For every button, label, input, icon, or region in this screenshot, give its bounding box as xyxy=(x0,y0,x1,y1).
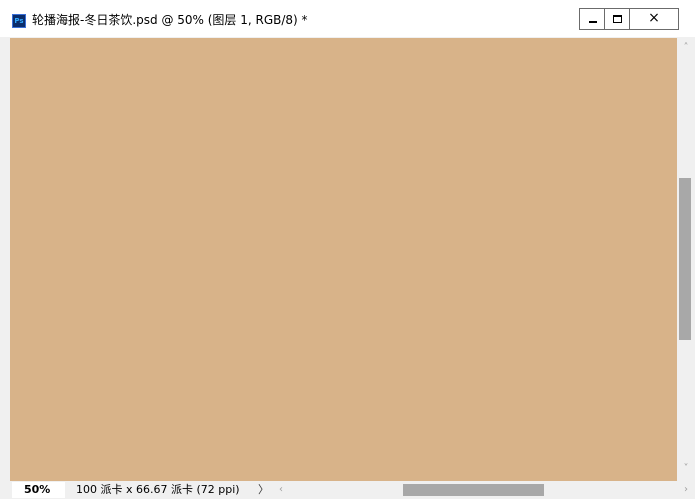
close-icon: × xyxy=(648,10,660,26)
minimize-icon xyxy=(589,21,597,23)
close-button[interactable]: × xyxy=(629,8,679,30)
horizontal-scroll-thumb[interactable] xyxy=(403,484,544,496)
document-title: 轮播海报-冬日茶饮.psd @ 50% (图层 1, RGB/8) * xyxy=(32,13,308,27)
minimize-button[interactable] xyxy=(579,8,605,30)
maximize-button[interactable] xyxy=(604,8,630,30)
status-bar: 50% 100 派卡 x 66.67 派卡 (72 ppi) 〉 ‹ › xyxy=(0,481,695,499)
scroll-up-icon[interactable]: ˄ xyxy=(677,40,695,56)
scroll-right-icon[interactable]: › xyxy=(679,481,693,499)
horizontal-scrollbar[interactable]: ‹ › xyxy=(272,481,695,499)
scroll-down-icon[interactable]: ˅ xyxy=(677,461,695,477)
title-bar[interactable]: Ps 轮播海报-冬日茶饮.psd @ 50% (图层 1, RGB/8) * × xyxy=(0,0,695,37)
photoshop-icon: Ps xyxy=(12,14,26,28)
maximize-icon xyxy=(613,15,622,23)
document-canvas[interactable] xyxy=(10,38,677,481)
vertical-scrollbar[interactable]: ˄ ˅ xyxy=(677,38,695,481)
document-size-info: 100 派卡 x 66.67 派卡 (72 ppi) xyxy=(76,483,240,496)
vertical-scroll-thumb[interactable] xyxy=(679,178,691,340)
scroll-left-icon[interactable]: ‹ xyxy=(274,481,288,499)
zoom-level-field[interactable]: 50% xyxy=(12,482,65,498)
status-menu-arrow-icon[interactable]: 〉 xyxy=(258,482,269,498)
window-controls: × xyxy=(579,8,685,30)
document-window: Ps 轮播海报-冬日茶饮.psd @ 50% (图层 1, RGB/8) * ×… xyxy=(0,0,695,499)
